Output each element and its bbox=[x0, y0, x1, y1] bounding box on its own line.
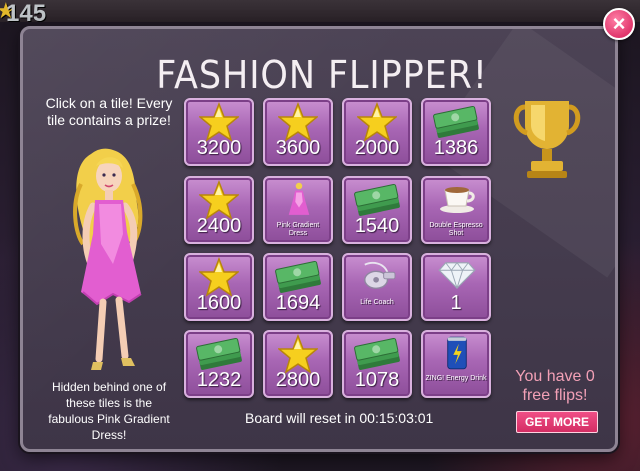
prize-tile[interactable]: 1078 bbox=[342, 330, 412, 398]
tile-value: 2000 bbox=[354, 137, 400, 159]
tile-value: 3600 bbox=[275, 137, 321, 159]
diamond-icon bbox=[438, 261, 476, 289]
hidden-dress-note: Hidden behind one of these tiles is the … bbox=[48, 380, 170, 442]
tile-value: 1600 bbox=[196, 292, 242, 314]
prize-tile[interactable]: Double Espresso Shot bbox=[421, 176, 491, 244]
model-character-image bbox=[73, 148, 143, 370]
tile-value: 3200 bbox=[196, 137, 242, 159]
prize-tile[interactable]: 1600 bbox=[184, 253, 254, 321]
prize-tile[interactable]: 2800 bbox=[263, 330, 333, 398]
star-icon bbox=[199, 257, 239, 297]
tile-value: 1 bbox=[450, 292, 462, 314]
cash-icon bbox=[433, 105, 479, 138]
level-badge: ★ 145 bbox=[0, 0, 50, 27]
level-number: 145 bbox=[6, 0, 47, 27]
cash-icon bbox=[275, 260, 321, 293]
prize-tile[interactable]: 3200 bbox=[184, 98, 254, 166]
tile-caption: Life Coach bbox=[360, 299, 394, 306]
tile-value: 1386 bbox=[433, 137, 479, 159]
prize-tile[interactable]: 1540 bbox=[342, 176, 412, 244]
star-icon bbox=[199, 102, 239, 142]
tile-caption: Pink Gradient Dress bbox=[276, 222, 320, 237]
intro-text: Click on a tile! Every tile contains a p… bbox=[45, 95, 173, 128]
star-icon bbox=[278, 102, 318, 142]
energy-drink-icon bbox=[447, 336, 467, 370]
free-flips-count: You have 0 free flips! bbox=[515, 368, 595, 404]
prize-tile[interactable]: 1386 bbox=[421, 98, 491, 166]
get-more-button[interactable]: GET MORE bbox=[516, 411, 598, 433]
trophy-icon bbox=[513, 101, 581, 178]
tile-value: 2400 bbox=[196, 215, 242, 237]
cash-icon bbox=[196, 337, 242, 370]
prize-tile[interactable]: Life Coach bbox=[342, 253, 412, 321]
tile-caption: Double Espresso Shot bbox=[429, 222, 483, 237]
tile-value: 1232 bbox=[196, 369, 242, 391]
prize-tile[interactable]: 2400 bbox=[184, 176, 254, 244]
tile-value: 1540 bbox=[354, 215, 400, 237]
prize-tile[interactable]: 1232 bbox=[184, 330, 254, 398]
close-button[interactable]: × bbox=[603, 8, 635, 40]
cash-icon bbox=[354, 183, 400, 216]
star-icon bbox=[357, 102, 397, 142]
tile-value: 2800 bbox=[275, 369, 321, 391]
prize-tile[interactable]: 3600 bbox=[263, 98, 333, 166]
cash-icon bbox=[354, 337, 400, 370]
prize-tile[interactable]: 2000 bbox=[342, 98, 412, 166]
prize-tile[interactable]: Pink Gradient Dress bbox=[263, 176, 333, 244]
game-top-bar bbox=[0, 0, 640, 22]
close-icon: × bbox=[612, 11, 626, 36]
coffee-icon bbox=[440, 187, 475, 213]
tile-value: 1078 bbox=[354, 369, 400, 391]
tile-caption: ZING! Energy Drink bbox=[425, 375, 487, 382]
prize-tile[interactable]: 1694 bbox=[263, 253, 333, 321]
board-reset-timer: Board will reset in 00:15:03:01 bbox=[245, 410, 434, 426]
star-icon bbox=[199, 180, 239, 220]
tile-value: 1694 bbox=[275, 292, 321, 314]
prize-tile[interactable]: ZING! Energy Drink bbox=[421, 330, 491, 398]
whistle-icon bbox=[364, 261, 396, 289]
fashion-flipper-modal: FASHION FLIPPER! Click on a tile! Every … bbox=[20, 26, 618, 452]
dress-icon bbox=[288, 182, 310, 215]
prize-board: 3200 3600 2000 1386 2400 Pink Gradient D… bbox=[184, 98, 496, 414]
modal-title: FASHION FLIPPER! bbox=[156, 53, 488, 97]
star-icon bbox=[278, 334, 318, 374]
prize-tile[interactable]: 1 bbox=[421, 253, 491, 321]
